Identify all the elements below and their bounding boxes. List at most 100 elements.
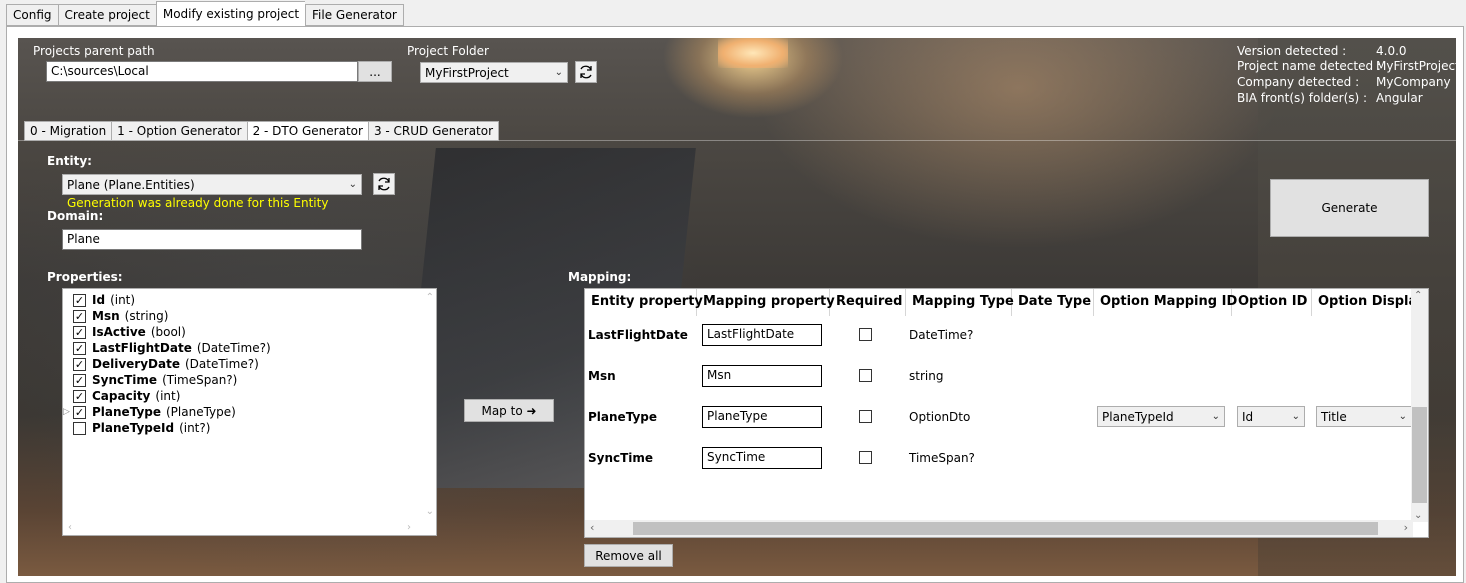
scroll-down-icon[interactable]: ⌄ [1414,510,1422,521]
generate-button[interactable]: Generate [1270,179,1429,237]
tab-crud-generator[interactable]: 3 - CRUD Generator [367,121,500,141]
scroll-up-icon[interactable]: ⌃ [1414,290,1422,301]
chevron-down-icon: ⌄ [1291,411,1300,422]
domain-label: Domain: [47,209,104,223]
row-mapping-type: TimeSpan? [909,451,975,465]
tab-modify-existing-project[interactable]: Modify existing project [155,1,306,26]
chevron-down-icon: ⌄ [554,67,563,78]
required-checkbox[interactable] [859,369,872,382]
row-entity-property: Msn [588,369,616,383]
row-entity-property: LastFlightDate [588,328,688,342]
scroll-right-icon[interactable]: › [407,522,411,533]
option-id-select[interactable]: Id ⌄ [1237,406,1305,427]
entity-label: Entity: [47,154,92,168]
scrollbar-thumb[interactable] [1412,407,1427,503]
parent-path-input[interactable]: C:\sources\Local [46,61,358,82]
property-item[interactable]: PlaneTypeId (int?) [73,420,271,436]
property-checkbox[interactable]: ✓ [73,389,86,403]
property-checkbox[interactable]: ✓ [73,405,86,419]
parent-path-label: Projects parent path [33,44,155,58]
col-date-type[interactable]: Date Type [1012,289,1094,316]
property-checkbox[interactable] [73,421,86,435]
required-checkbox[interactable] [859,328,872,341]
entity-select[interactable]: Plane (Plane.Entities) ⌄ [62,174,362,195]
scroll-up-icon[interactable]: ⌃ [426,292,434,303]
property-checkbox[interactable]: ✓ [73,373,86,387]
property-type: (PlaneType) [166,405,236,419]
mapping-property-input[interactable]: PlaneType [702,406,822,428]
col-mapping-property[interactable]: Mapping property [697,289,835,316]
col-option-mapping-id[interactable]: Option Mapping ID [1094,289,1237,316]
front-folders-label: BIA front(s) folder(s) : [1237,91,1368,105]
scroll-right-icon[interactable]: › [1404,521,1408,534]
property-checkbox[interactable]: ✓ [73,357,86,371]
property-item[interactable]: ✓ IsActive (bool) [73,324,271,340]
col-option-id[interactable]: Option ID [1232,289,1312,316]
tab-config[interactable]: Config [6,4,58,26]
generator-tabs: 0 - Migration 1 - Option Generator 2 - D… [24,121,500,141]
property-item[interactable]: ✓ LastFlightDate (DateTime?) [73,340,271,356]
property-name: PlaneType [92,405,161,419]
property-type: (bool) [150,325,186,339]
tab-option-generator[interactable]: 1 - Option Generator [111,121,247,141]
property-name: DeliveryDate [92,357,180,371]
col-required[interactable]: Required [830,289,906,316]
vertical-scrollbar[interactable]: ⌃ ⌄ [1411,289,1428,522]
property-checkbox[interactable]: ✓ [73,309,86,323]
mapping-property-input[interactable]: Msn [702,365,822,387]
mapping-property-input[interactable]: LastFlightDate [702,324,822,346]
browse-button[interactable]: ... [358,61,392,82]
property-item[interactable]: ✓ SyncTime (TimeSpan?) [73,372,271,388]
remove-all-button[interactable]: Remove all [584,544,673,567]
scroll-down-icon[interactable]: ⌄ [426,506,434,517]
required-checkbox[interactable] [859,451,872,464]
company-detected-value: MyCompany [1376,75,1451,89]
property-item[interactable]: ✓ Id (int) [73,292,271,308]
refresh-folder-button[interactable] [575,61,597,83]
property-item[interactable]: ✓ DeliveryDate (DateTime?) [73,356,271,372]
property-name: Capacity [92,389,151,403]
property-checkbox[interactable]: ✓ [73,341,86,355]
expand-icon[interactable]: ▷ [63,407,70,417]
horizontal-scrollbar[interactable]: ‹ › [585,520,1413,537]
version-detected-label: Version detected : [1237,44,1347,58]
row-entity-property: PlaneType [588,410,657,424]
mapping-label: Mapping: [568,270,632,284]
required-checkbox[interactable] [859,410,872,423]
tab-create-project[interactable]: Create project [57,4,156,26]
mapping-grid: Entity property Mapping property Require… [584,288,1429,538]
option-display-select[interactable]: Title ⌄ [1316,406,1412,427]
mapping-header: Entity property Mapping property Require… [585,289,1425,316]
property-name: Id [92,293,106,307]
chevron-down-icon: ⌄ [1398,411,1407,422]
property-type: (int?) [179,421,211,435]
property-checkbox[interactable]: ✓ [73,325,86,339]
properties-list: ✓ Id (int) ✓ Msn (string) ✓ IsActive (bool) ✓ Last… [63,292,271,436]
property-item[interactable]: ✓ Capacity (int) [73,388,271,404]
tab-file-generator[interactable]: File Generator [305,4,404,26]
row-mapping-type: OptionDto [909,410,971,424]
option-mapping-id-select[interactable]: PlaneTypeId ⌄ [1097,406,1225,427]
property-item[interactable]: ✓ Msn (string) [73,308,271,324]
scroll-left-icon[interactable]: ‹ [590,521,594,534]
domain-input[interactable]: Plane [62,229,362,250]
properties-tree[interactable]: ✓ Id (int) ✓ Msn (string) ✓ IsActive (bool) ✓ Last… [62,288,437,536]
main-tabs: Config Create project Modify existing pr… [6,1,404,26]
mapping-property-input[interactable]: SyncTime [702,447,822,469]
property-type: (TimeSpan?) [162,373,238,387]
company-detected-label: Company detected : [1237,75,1360,89]
scrollbar-thumb[interactable] [633,522,1378,535]
tab-dto-generator[interactable]: 2 - DTO Generator [246,121,368,141]
property-item[interactable]: ▷ ✓ PlaneType (PlaneType) [63,404,271,420]
project-folder-select[interactable]: MyFirstProject ⌄ [420,62,568,83]
scroll-left-icon[interactable]: ‹ [68,522,72,533]
col-mapping-type[interactable]: Mapping Type [906,289,1014,316]
col-entity-property[interactable]: Entity property [585,289,703,316]
tab-migration[interactable]: 0 - Migration [24,121,112,141]
map-to-button[interactable]: Map to ➜ [464,399,554,422]
property-name: IsActive [92,325,146,339]
col-option-display[interactable]: Option Display [1312,289,1425,316]
front-folders-value: Angular [1376,91,1423,105]
property-checkbox[interactable]: ✓ [73,293,86,307]
refresh-entity-button[interactable] [373,173,395,195]
